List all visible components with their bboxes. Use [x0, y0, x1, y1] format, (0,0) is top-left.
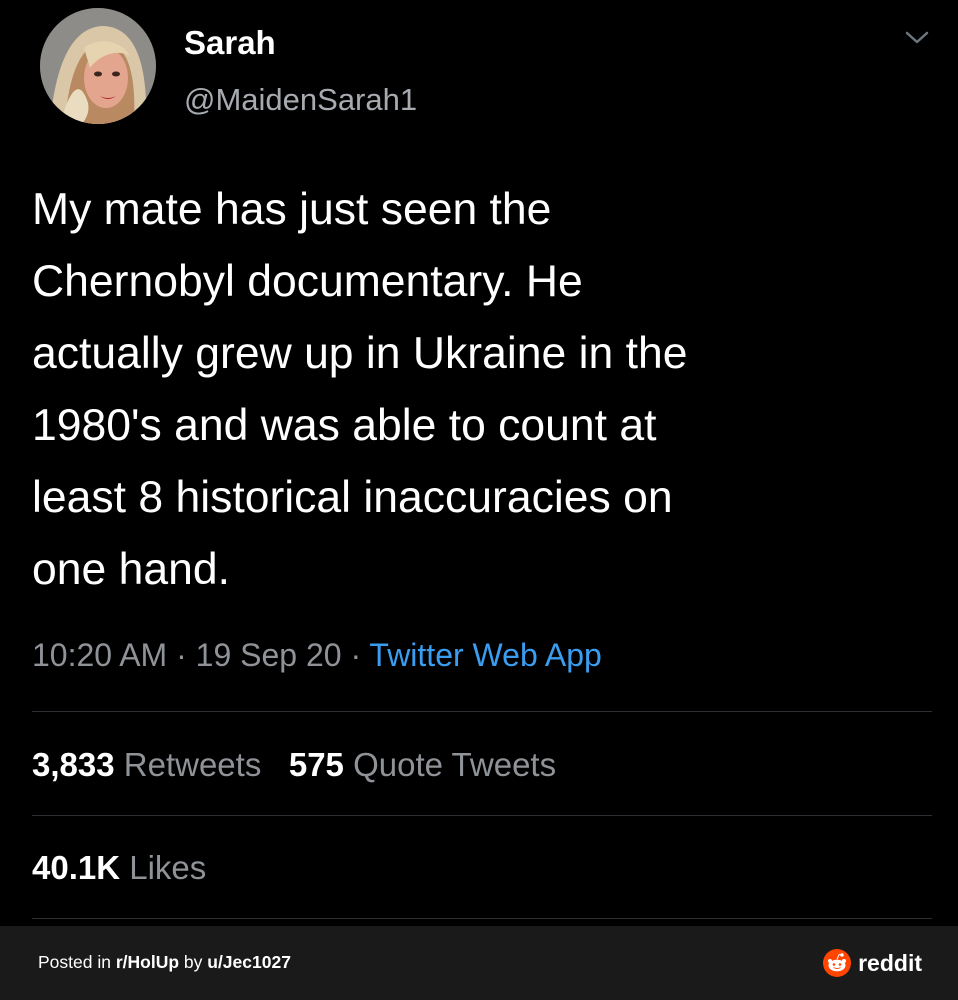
profile-photo-icon: [40, 8, 156, 124]
reddit-attribution-footer: Posted in r/HolUp by u/Jec1027 reddit: [0, 926, 958, 1000]
tweet-source-link[interactable]: Twitter Web App: [369, 637, 601, 673]
quote-tweets-count[interactable]: 575: [289, 746, 344, 783]
reddit-logo[interactable]: reddit: [822, 946, 922, 980]
likes-stats: 40.1K Likes: [32, 849, 206, 887]
tweet-metadata: 10:20 AM · 19 Sep 20 · Twitter Web App: [32, 637, 602, 674]
avatar[interactable]: [40, 8, 156, 124]
display-name[interactable]: Sarah: [184, 24, 276, 62]
divider: [32, 918, 932, 919]
tweet-text-line: Chernobyl documentary. He: [32, 257, 583, 306]
tweet-text-line: least 8 historical inaccuracies on: [32, 473, 673, 522]
tweet-text-line: My mate has just seen the: [32, 185, 552, 234]
divider: [32, 711, 932, 712]
subreddit-link[interactable]: r/HolUp: [116, 952, 179, 972]
reddit-alien-icon: [823, 949, 852, 977]
reddit-user-link[interactable]: u/Jec1027: [207, 952, 291, 972]
posted-in-text: Posted in r/HolUp by u/Jec1027: [38, 952, 291, 973]
user-handle[interactable]: @MaidenSarah1: [184, 82, 417, 118]
divider: [32, 815, 932, 816]
quote-tweets-label[interactable]: Quote Tweets: [353, 746, 556, 783]
retweet-stats: 3,833 Retweets 575 Quote Tweets: [32, 746, 556, 784]
tweet-text: My mate has just seen the Chernobyl docu…: [32, 174, 932, 606]
separator: ·: [176, 637, 187, 673]
retweets-label[interactable]: Retweets: [124, 746, 262, 783]
separator: ·: [350, 637, 362, 673]
likes-label[interactable]: Likes: [129, 849, 206, 886]
chevron-down-icon[interactable]: [904, 30, 930, 46]
tweet-text-line: actually grew up in Ukraine in the: [32, 329, 688, 378]
tweet-text-line: one hand.: [32, 545, 230, 594]
reddit-wordmark: reddit: [858, 949, 922, 976]
posted-prefix: Posted in: [38, 952, 116, 972]
tweet-time[interactable]: 10:20 AM: [32, 637, 167, 673]
tweet-text-line: 1980's and was able to count at: [32, 401, 657, 450]
posted-by: by: [179, 952, 208, 972]
retweets-count[interactable]: 3,833: [32, 746, 115, 783]
likes-count[interactable]: 40.1K: [32, 849, 120, 886]
tweet-date[interactable]: 19 Sep 20: [196, 637, 342, 673]
tweet-card: Sarah @MaidenSarah1 My mate has just see…: [0, 0, 958, 925]
